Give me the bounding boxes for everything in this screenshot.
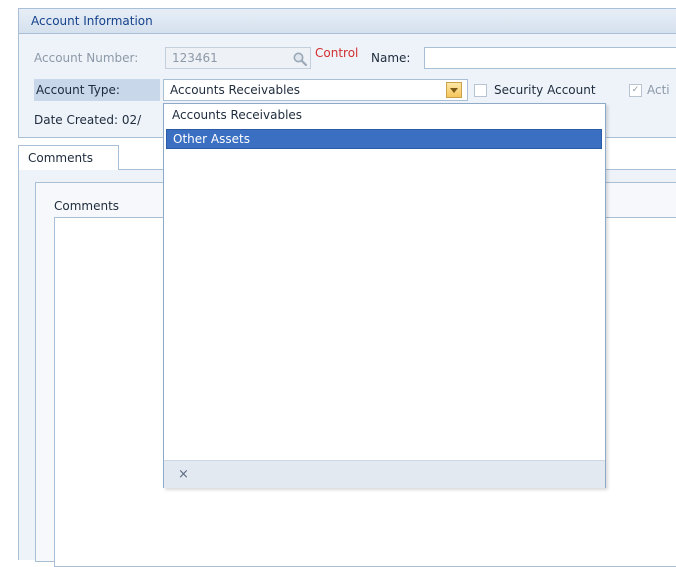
close-icon[interactable]: × [178,467,189,482]
active-checkbox[interactable]: ✓ [629,84,642,97]
dropdown-option-other-assets[interactable]: Other Assets [166,129,602,149]
security-account-label: Security Account [494,83,596,97]
active-label: Acti [647,83,670,97]
account-type-label: Account Type: [36,83,120,97]
panel-header: Account Information [19,9,676,34]
search-icon[interactable] [292,51,308,67]
chevron-down-icon[interactable] [446,82,462,98]
date-created-label: Date Created: 02/ [34,113,142,127]
tab-comments[interactable]: Comments [18,145,119,170]
comments-panel-title: Comments [54,199,120,213]
name-input[interactable] [424,47,676,69]
tab-comments-label: Comments [28,151,94,165]
account-number-label: Account Number: [34,51,139,65]
account-number-value: 123461 [172,51,218,65]
dropdown-option-accounts-receivables[interactable]: Accounts Receivables [166,106,602,126]
account-number-field: 123461 [165,47,311,69]
account-type-value: Accounts Receivables [170,83,301,97]
control-label: Control [315,46,359,60]
account-type-select[interactable]: Accounts Receivables [163,79,468,101]
security-account-checkbox[interactable] [474,84,487,97]
dropdown-footer: × [164,460,605,488]
name-label: Name: [371,51,411,65]
account-type-dropdown-list: Accounts Receivables Other Assets × [163,103,606,488]
panel-title: Account Information [31,14,153,28]
